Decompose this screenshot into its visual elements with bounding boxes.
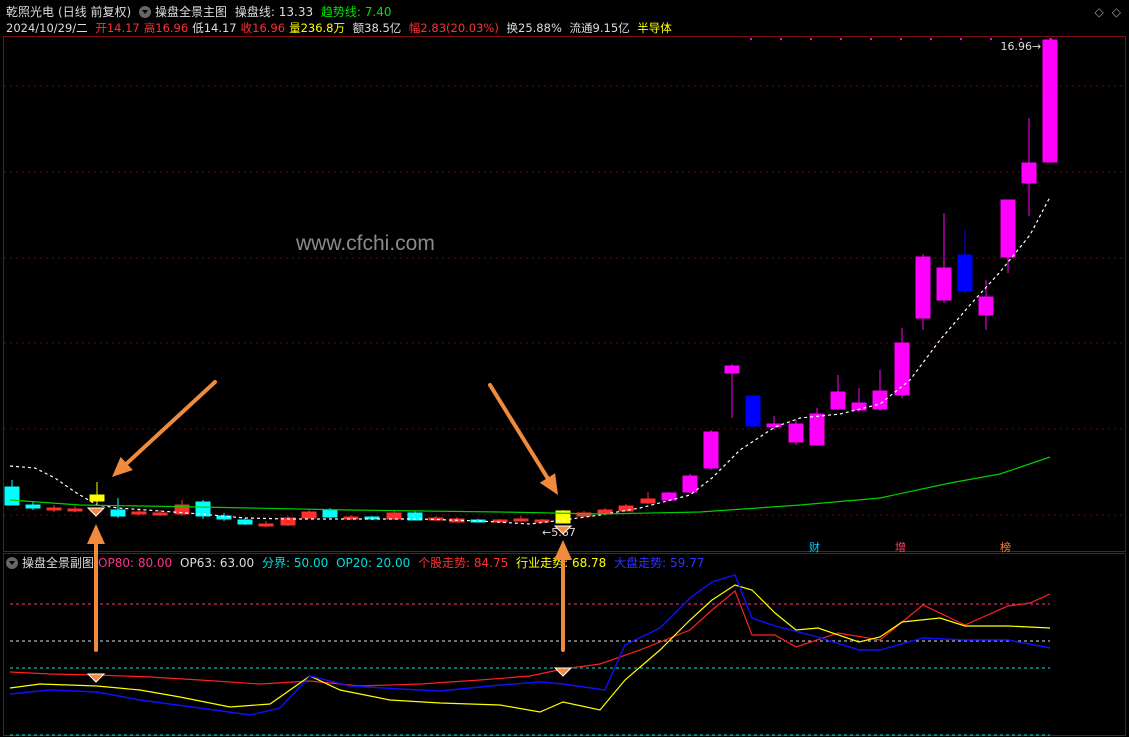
candle-body [788,423,804,443]
candle-body [322,509,338,518]
candle-body [978,296,994,316]
candle-body [1000,199,1016,258]
event-badge: 榜 [1000,540,1011,554]
top-marker [960,38,962,40]
candle-body [89,494,105,502]
annotation-arrow [124,380,217,466]
top-marker [810,38,812,40]
chart-canvas[interactable]: 16.96→←5.67财增榜 [0,0,1129,737]
event-badge: 增 [895,540,906,554]
candle-body [258,523,274,527]
candle-body [237,519,253,525]
candle-body [915,256,931,319]
candle-body [110,509,126,517]
operation-line [9,196,1051,525]
annotation-arrow [488,383,550,480]
candle-body [872,390,888,410]
event-badge: 财 [809,540,820,554]
candle-body [67,508,83,512]
candle-body [46,507,62,511]
candle-body [894,342,910,396]
candle-body [957,254,973,292]
trend-line [9,456,1051,515]
annotation-arrow-head [87,524,105,544]
candle-body [301,511,317,519]
annotation-arrow-head [554,540,572,560]
main-chart-frame [3,36,1126,552]
candle-body [766,423,782,428]
stock-trend-line [9,590,1051,687]
sub-signal-marker [553,667,573,677]
candle-body [618,505,634,512]
candle-body [1042,39,1058,163]
top-marker [930,38,932,40]
candle-body [703,431,719,469]
candle-body [492,519,508,523]
candle-body [1021,162,1037,184]
candle-body [809,413,825,446]
candle-body [661,492,677,501]
candle-body [152,512,168,516]
candle-body [386,512,402,520]
top-marker [870,38,872,40]
candle-body [936,267,952,301]
candle-body [513,518,529,522]
sub-signal-marker [86,673,106,683]
top-marker [990,38,992,40]
candle-body [830,391,846,410]
candle-body [724,365,740,374]
candle-body [640,498,656,504]
top-marker [780,38,782,40]
candle-body [4,486,20,506]
candle-body [131,511,147,515]
top-marker [750,38,752,40]
candle-body [25,504,41,509]
top-marker [840,38,842,40]
top-marker [900,38,902,40]
candle-body [682,475,698,493]
price-high-label: 16.96→ [997,40,1041,53]
candle-body [745,395,761,427]
